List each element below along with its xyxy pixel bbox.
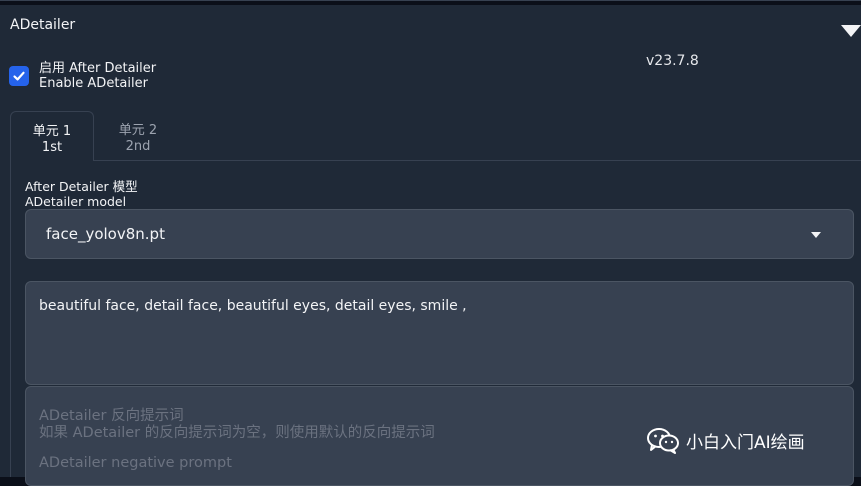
negative-prompt-placeholder-en: ADetailer negative prompt bbox=[39, 455, 232, 471]
model-label-en: ADetailer model bbox=[25, 194, 127, 209]
model-label: After Detailer 模型 ADetailer model bbox=[25, 179, 138, 209]
panel-title[interactable]: ADetailer bbox=[10, 17, 75, 33]
chevron-down-icon[interactable] bbox=[811, 232, 821, 238]
enable-label-en: Enable ADetailer bbox=[39, 76, 148, 91]
tab-unit-1-subtitle: 1st bbox=[41, 140, 63, 155]
tab-unit-1[interactable]: 单元 1 1st bbox=[10, 111, 94, 161]
tab-unit-2[interactable]: 单元 2 2nd bbox=[96, 111, 180, 161]
tab-content-border bbox=[10, 161, 11, 477]
tab-unit-2-title: 单元 2 bbox=[118, 123, 158, 138]
watermark-text: 小白入门AI绘画 bbox=[686, 432, 805, 453]
tab-unit-1-title: 单元 1 bbox=[32, 124, 72, 139]
checkmark-icon bbox=[13, 71, 25, 81]
enable-label[interactable]: 启用 After Detailer Enable ADetailer bbox=[39, 61, 156, 91]
model-dropdown-value: face_yolov8n.pt bbox=[46, 225, 165, 243]
enable-label-cn: 启用 After Detailer bbox=[39, 61, 157, 76]
negative-prompt-placeholder-hint: 如果 ADetailer 的反向提示词为空，则使用默认的反向提示词 bbox=[39, 425, 435, 441]
tab-unit-2-subtitle: 2nd bbox=[125, 139, 151, 154]
adetailer-panel: ADetailer v23.7.8 启用 After Detailer Enab… bbox=[0, 0, 861, 486]
wechat-icon bbox=[647, 428, 679, 454]
prompt-text: beautiful face, detail face, beautiful e… bbox=[39, 298, 467, 314]
model-label-cn: After Detailer 模型 bbox=[25, 179, 138, 194]
top-divider bbox=[0, 1, 861, 5]
watermark: 小白入门AI绘画 bbox=[646, 426, 805, 454]
model-dropdown[interactable]: face_yolov8n.pt bbox=[25, 209, 854, 259]
enable-checkbox[interactable] bbox=[9, 66, 29, 86]
prompt-textarea[interactable]: beautiful face, detail face, beautiful e… bbox=[25, 281, 854, 385]
version-label: v23.7.8 bbox=[646, 53, 699, 69]
collapse-icon[interactable] bbox=[841, 25, 861, 37]
